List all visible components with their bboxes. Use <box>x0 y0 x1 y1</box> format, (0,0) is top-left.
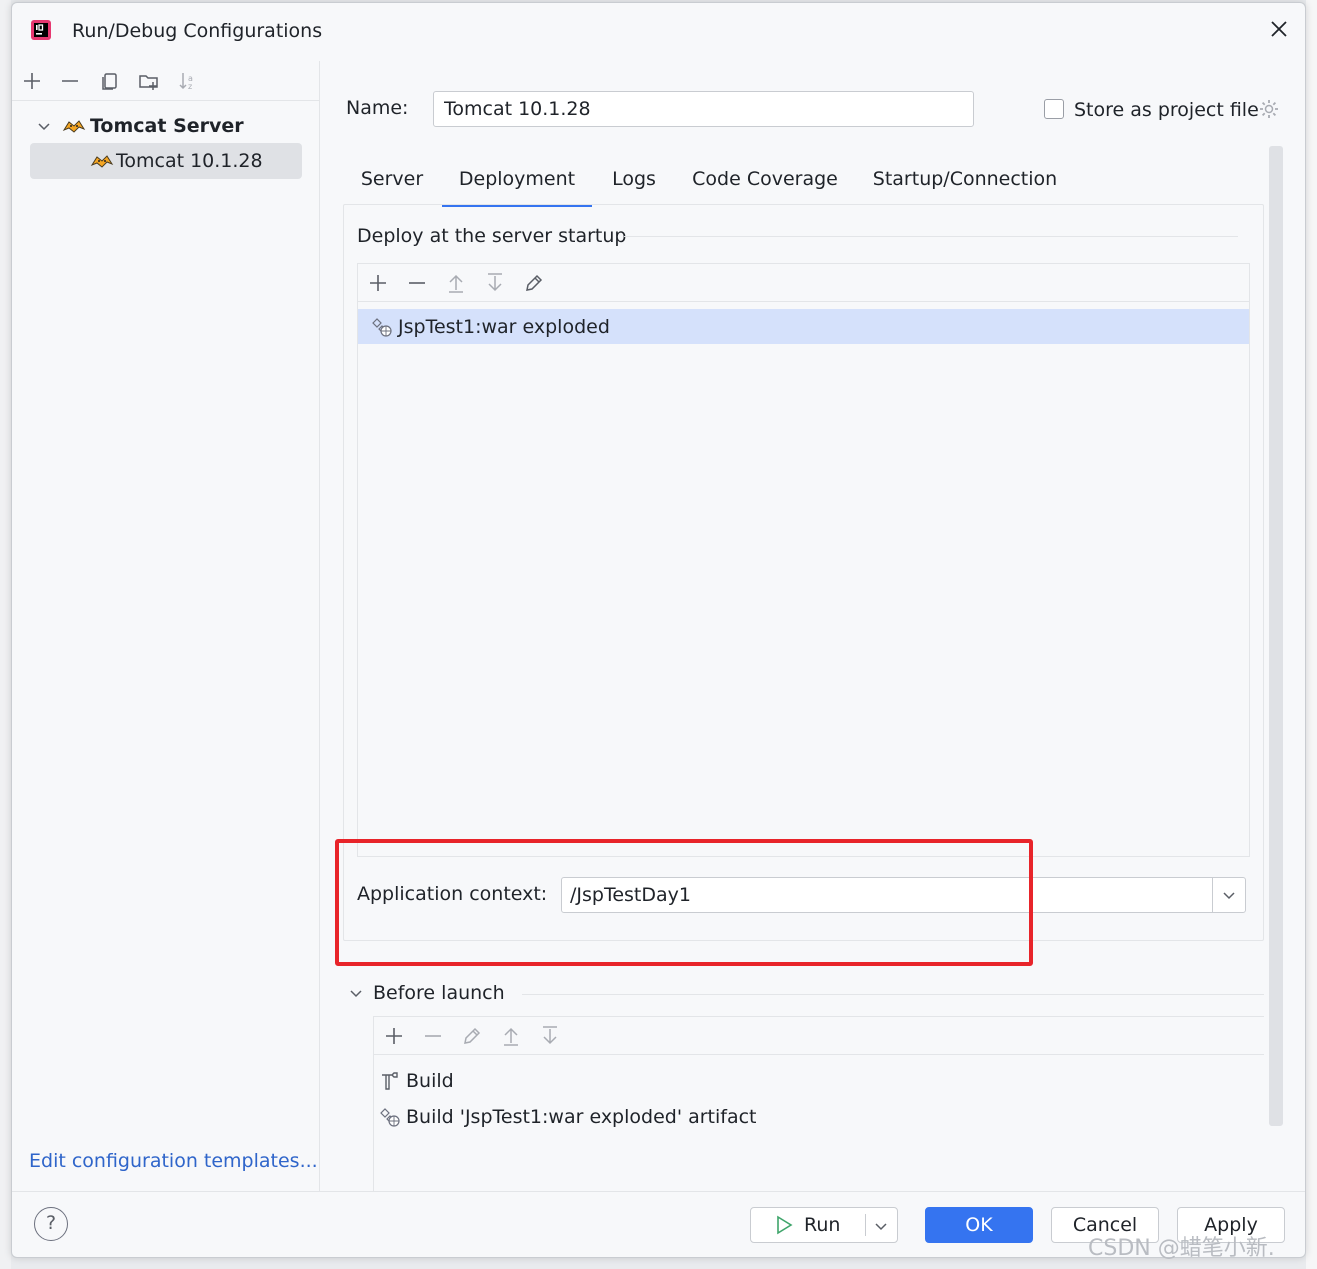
artifact-label: JspTest1:war exploded <box>398 315 610 338</box>
ok-button[interactable]: OK <box>925 1207 1033 1243</box>
tab-startup-connection[interactable]: Startup/Connection <box>872 153 1058 205</box>
move-up-icon[interactable] <box>499 1024 523 1048</box>
tab-logs[interactable]: Logs <box>604 153 664 205</box>
before-launch-task-build[interactable]: Build <box>378 1065 454 1097</box>
tab-code-coverage[interactable]: Code Coverage <box>692 153 838 205</box>
edit-configuration-templates-link[interactable]: Edit configuration templates... <box>29 1150 318 1172</box>
before-launch-divider <box>522 994 1264 995</box>
dialog-title: Run/Debug Configurations <box>72 20 323 42</box>
background-left <box>0 0 11 1269</box>
move-down-icon[interactable] <box>483 271 507 295</box>
before-launch-task-build-artifact[interactable]: Build 'JspTest1:war exploded' artifact <box>378 1101 757 1133</box>
remove-icon[interactable] <box>421 1024 445 1048</box>
artifact-icon <box>380 1108 400 1127</box>
store-as-project-file-checkbox[interactable] <box>1044 99 1064 119</box>
chevron-down-icon[interactable] <box>34 116 54 136</box>
configurations-sidebar: az Tomcat Server Tomcat 10.1.28 Edit con… <box>12 61 320 1191</box>
footer-divider <box>12 1191 1305 1192</box>
background-right <box>1306 0 1317 1269</box>
tree-item-label: Tomcat Server <box>90 115 244 137</box>
tree-item-tomcat-10-1-28[interactable]: Tomcat 10.1.28 <box>30 143 302 179</box>
chevron-down-icon[interactable] <box>1218 884 1240 906</box>
sort-icon[interactable]: az <box>176 69 200 93</box>
name-label: Name: <box>346 97 409 119</box>
add-icon[interactable] <box>382 1024 406 1048</box>
artifact-icon <box>372 317 392 337</box>
edit-icon[interactable] <box>460 1024 484 1048</box>
chevron-down-icon[interactable] <box>348 985 364 1001</box>
close-icon[interactable] <box>1267 17 1291 41</box>
run-button-divider <box>865 1214 866 1236</box>
task-label: Build 'JspTest1:war exploded' artifact <box>406 1106 757 1128</box>
hammer-icon <box>382 1072 398 1090</box>
add-icon[interactable] <box>366 271 390 295</box>
run-icon <box>777 1215 793 1235</box>
tree-item-label: Tomcat 10.1.28 <box>116 150 263 172</box>
before-launch-toolbar <box>374 1017 1264 1055</box>
new-folder-icon[interactable] <box>137 69 161 93</box>
run-debug-dialog: Run/Debug Configurations az Tomcat Serve… <box>11 2 1306 1258</box>
deployment-artifact-row[interactable]: JspTest1:war exploded <box>358 309 1249 344</box>
svg-text:z: z <box>188 82 192 91</box>
deploy-section-title: Deploy at the server startup <box>357 225 627 247</box>
combobox-divider <box>1212 878 1213 912</box>
move-down-icon[interactable] <box>538 1024 562 1048</box>
before-launch-label[interactable]: Before launch <box>373 982 505 1004</box>
tab-deployment[interactable]: Deployment <box>442 153 592 207</box>
watermark: CSDN @蜡笔小新. <box>1088 1236 1275 1261</box>
gear-icon[interactable] <box>1257 97 1281 121</box>
sidebar-toolbar: az <box>12 61 320 101</box>
before-launch-list: Build Build 'JspTest1:war exploded' arti… <box>373 1016 1264 1191</box>
remove-icon[interactable] <box>405 271 429 295</box>
title-bar: Run/Debug Configurations <box>12 3 1305 61</box>
store-as-project-file-label[interactable]: Store as project file <box>1074 99 1259 121</box>
vertical-scrollbar[interactable] <box>1269 146 1283 1126</box>
intellij-logo-icon <box>31 20 51 40</box>
add-icon[interactable] <box>20 69 44 93</box>
tomcat-icon <box>62 120 86 133</box>
deployment-list: JspTest1:war exploded <box>357 263 1250 857</box>
name-input[interactable] <box>433 91 974 127</box>
section-divider <box>624 236 1238 237</box>
remove-icon[interactable] <box>58 69 82 93</box>
edit-icon[interactable] <box>522 271 546 295</box>
chevron-down-icon[interactable] <box>873 1218 889 1234</box>
tab-server[interactable]: Server <box>352 153 432 205</box>
deployment-toolbar <box>358 264 1249 302</box>
run-button[interactable]: Run <box>750 1207 898 1243</box>
run-button-label: Run <box>804 1214 841 1236</box>
move-up-icon[interactable] <box>444 271 468 295</box>
task-label: Build <box>406 1070 454 1092</box>
copy-icon[interactable] <box>98 69 122 93</box>
highlight-annotation-box <box>335 839 1033 966</box>
tomcat-icon <box>90 155 114 168</box>
help-button[interactable]: ? <box>34 1207 68 1241</box>
tree-item-tomcat-server[interactable]: Tomcat Server <box>30 108 302 144</box>
